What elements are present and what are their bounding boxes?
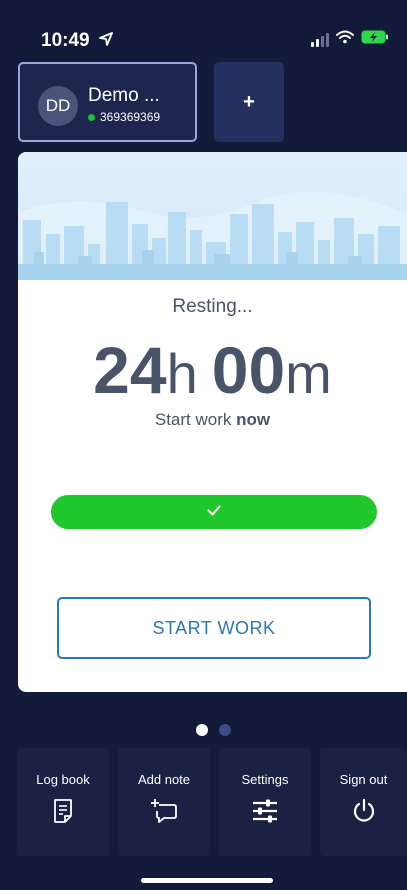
add-driver-button[interactable]: +: [214, 62, 284, 142]
timer-hours-unit: h: [166, 342, 198, 405]
start-work-button[interactable]: START WORK: [57, 597, 371, 659]
page-dot-2[interactable]: [219, 724, 231, 736]
online-status-dot: [88, 113, 95, 121]
driver-card[interactable]: DD Demo ... 369369369: [18, 62, 197, 142]
rest-progress-fill: [51, 495, 377, 529]
status-bar: 10:49: [0, 0, 407, 56]
logbook-icon: [52, 798, 74, 829]
avatar: DD: [38, 86, 78, 126]
driver-id: 369369369: [100, 110, 161, 124]
add-note-button[interactable]: Add note: [118, 748, 210, 856]
wifi-icon: [336, 30, 354, 49]
power-icon: [351, 798, 377, 829]
timer-hours: 24: [93, 333, 167, 407]
plus-icon: +: [243, 90, 255, 113]
driver-id-row: 369369369: [88, 110, 160, 124]
location-arrow-icon: [98, 30, 113, 52]
logbook-label: Log book: [36, 772, 90, 787]
city-skyline-illustration: [18, 152, 407, 280]
logbook-button[interactable]: Log book: [17, 748, 109, 856]
status-icons: [311, 30, 389, 49]
sign-out-button[interactable]: Sign out: [320, 748, 407, 856]
rest-progress-bar: [51, 495, 377, 529]
bottom-nav: Log book Add note Settings Sign out: [0, 748, 407, 856]
status-text: Resting...: [172, 296, 253, 317]
page-dot-1[interactable]: [196, 724, 208, 736]
status-time-text: 10:49: [41, 30, 90, 51]
driver-name: Demo ...: [88, 85, 160, 106]
start-work-hint-emphasis: now: [236, 410, 271, 429]
add-note-label: Add note: [137, 772, 191, 787]
page-indicator: [196, 724, 231, 736]
check-icon: [207, 503, 221, 521]
status-time: 10:49: [41, 30, 113, 52]
timer-minutes-unit: m: [285, 342, 332, 405]
rest-timer: 24h 00m: [18, 332, 407, 408]
signal-icon: [311, 32, 329, 47]
home-indicator[interactable]: [141, 878, 273, 883]
start-work-hint-text: Start work: [154, 410, 232, 429]
timer-minutes: 00: [211, 333, 286, 407]
settings-button[interactable]: Settings: [219, 748, 311, 856]
settings-label: Settings: [241, 772, 289, 787]
status-card: Resting... 24h 00m Start work now START W…: [18, 152, 407, 692]
battery-charging-icon: [361, 30, 389, 49]
add-note-icon: [150, 798, 178, 829]
start-work-hint: Start work now: [18, 410, 407, 430]
sign-out-label: Sign out: [339, 772, 388, 787]
settings-sliders-icon: [251, 798, 279, 829]
